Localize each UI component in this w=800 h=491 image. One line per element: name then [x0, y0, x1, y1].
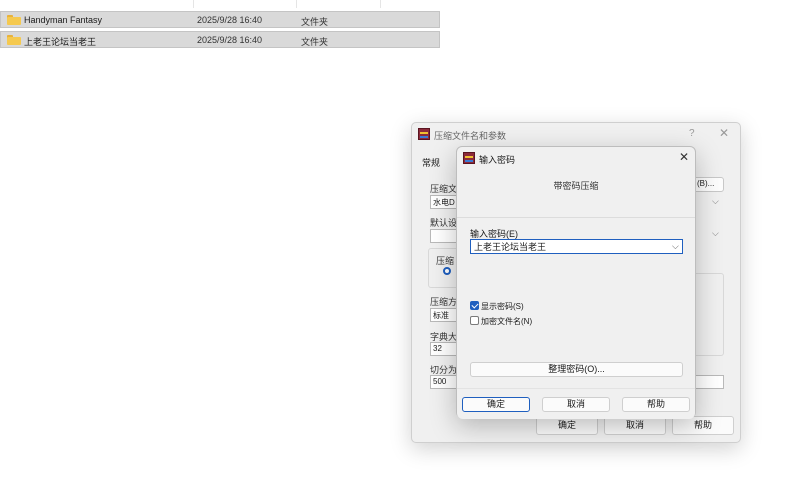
- method-label: 压缩方: [430, 297, 458, 307]
- close-icon[interactable]: ✕: [719, 126, 729, 140]
- options-groupbox: [692, 273, 724, 356]
- browse-button[interactable]: (B)...: [692, 177, 724, 192]
- chevron-down-icon[interactable]: ⌵: [712, 228, 719, 239]
- extra-field[interactable]: [692, 375, 724, 389]
- default-settings-label: 默认设: [430, 218, 458, 228]
- format-label: 压缩: [436, 256, 455, 266]
- file-name: Handyman Fantasy: [24, 15, 103, 25]
- help-button[interactable]: 帮助: [622, 397, 690, 412]
- ok-button[interactable]: 确定: [462, 397, 530, 412]
- archive-name-label: 压缩文: [430, 184, 458, 194]
- column-divider[interactable]: [296, 0, 297, 8]
- column-divider[interactable]: [193, 0, 194, 8]
- folder-icon: [7, 15, 21, 25]
- dialog-titlebar: 压缩文件名和参数 ? ✕: [412, 123, 740, 145]
- dialog-title: 压缩文件名和参数: [434, 131, 507, 141]
- file-list-header: [0, 0, 440, 8]
- file-date: 2025/9/28 16:40: [197, 35, 263, 45]
- chevron-down-icon[interactable]: ⌵: [672, 241, 679, 252]
- help-icon[interactable]: ?: [689, 128, 695, 139]
- chevron-down-icon[interactable]: ⌵: [712, 196, 719, 207]
- winrar-icon: [418, 128, 430, 140]
- dialog-title: 输入密码: [479, 155, 516, 165]
- file-list: Handyman Fantasy 2025/9/28 16:40 文件夹 上老王…: [0, 0, 440, 48]
- format-radio[interactable]: [443, 267, 451, 275]
- organize-passwords-button[interactable]: 整理密码(O)...: [470, 362, 683, 377]
- file-row[interactable]: Handyman Fantasy 2025/9/28 16:40 文件夹: [0, 11, 440, 28]
- show-password-checkbox[interactable]: [470, 301, 479, 310]
- dialog-subtitle: 带密码压缩: [553, 181, 599, 191]
- password-input[interactable]: 上老王论坛当老王: [470, 239, 683, 254]
- divider: [457, 217, 695, 218]
- password-dialog: 输入密码 ✕ 带密码压缩 输入密码(E) 上老王论坛当老王 ⌵ 显示密码(S) …: [456, 146, 696, 419]
- close-icon[interactable]: ✕: [679, 150, 689, 164]
- folder-icon: [7, 35, 21, 45]
- tab-general[interactable]: 常规: [422, 156, 440, 169]
- show-password-label[interactable]: 显示密码(S): [481, 301, 524, 312]
- file-row[interactable]: 上老王论坛当老王 2025/9/28 16:40 文件夹: [0, 31, 440, 48]
- encrypt-filenames-checkbox[interactable]: [470, 316, 479, 325]
- file-type: 文件夹: [301, 37, 329, 47]
- encrypt-filenames-label[interactable]: 加密文件名(N): [481, 316, 532, 327]
- file-name: 上老王论坛当老王: [24, 37, 97, 47]
- winrar-icon: [463, 152, 475, 164]
- file-type: 文件夹: [301, 17, 329, 27]
- column-divider[interactable]: [380, 0, 381, 8]
- cancel-button[interactable]: 取消: [542, 397, 610, 412]
- file-date: 2025/9/28 16:40: [197, 15, 263, 25]
